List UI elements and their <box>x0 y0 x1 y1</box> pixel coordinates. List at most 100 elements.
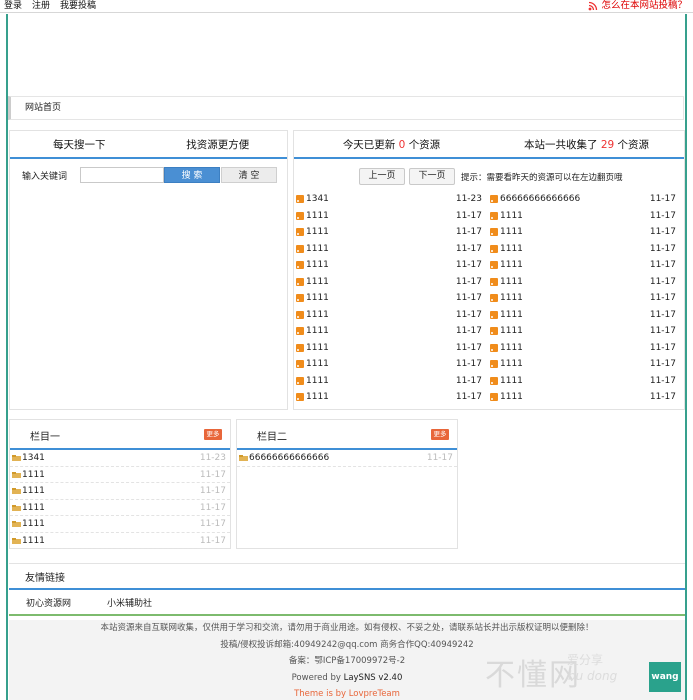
resource-name[interactable]: 1111 <box>500 274 523 291</box>
column-list-item[interactable]: 1111 11-17 <box>10 467 230 484</box>
resource-item[interactable]: 1111 11-17 <box>296 389 484 406</box>
resource-name[interactable]: 1111 <box>306 307 329 324</box>
nav-home[interactable]: 网站首页 <box>25 97 61 119</box>
prev-page-button[interactable]: 上一页 <box>359 168 405 185</box>
column-item-name[interactable]: 1111 <box>22 483 45 500</box>
footer-icp-link[interactable]: 鄂ICP备17009972号-2 <box>314 656 405 666</box>
resource-name[interactable]: 1341 <box>306 191 329 208</box>
resource-date: 11-17 <box>455 326 482 336</box>
search-input[interactable] <box>80 167 164 183</box>
resource-item[interactable]: 1111 11-17 <box>296 356 484 373</box>
column-item-name[interactable]: 1111 <box>22 516 45 533</box>
resource-item[interactable]: 1111 11-17 <box>296 307 484 324</box>
resource-item[interactable]: 1111 11-17 <box>490 274 678 291</box>
column-item-name[interactable]: 1111 <box>22 533 45 550</box>
how-to-contribute-link[interactable]: 怎么在本网站投稿？ <box>588 0 687 12</box>
resource-name[interactable]: 1111 <box>500 290 523 307</box>
next-page-button[interactable]: 下一页 <box>409 168 455 185</box>
resource-name[interactable]: 1111 <box>500 340 523 357</box>
resource-date: 11-17 <box>455 359 482 369</box>
rss-icon <box>296 327 304 335</box>
resource-item[interactable]: 1341 11-23 <box>296 191 484 208</box>
resource-name[interactable]: 1111 <box>500 208 523 225</box>
resource-item[interactable]: 1111 11-17 <box>296 257 484 274</box>
resource-date: 11-17 <box>649 293 676 303</box>
resource-name[interactable]: 1111 <box>306 373 329 390</box>
column-item-name[interactable]: 66666666666666 <box>249 450 329 467</box>
column-item-name[interactable]: 1341 <box>22 450 45 467</box>
resource-item[interactable]: 1111 11-17 <box>490 389 678 406</box>
column-list-item[interactable]: 1111 11-17 <box>10 483 230 500</box>
resource-name[interactable]: 1111 <box>500 224 523 241</box>
resource-item[interactable]: 1111 11-17 <box>490 373 678 390</box>
watermark-tagline: 爱分享 <box>567 653 604 667</box>
resource-item[interactable]: 1111 11-17 <box>490 340 678 357</box>
column-list-item[interactable]: 1111 11-17 <box>10 500 230 517</box>
register-link[interactable]: 注册 <box>32 0 50 12</box>
resource-date: 11-17 <box>455 392 482 402</box>
resource-name[interactable]: 1111 <box>306 274 329 291</box>
resource-name[interactable]: 1111 <box>500 241 523 258</box>
resource-name[interactable]: 1111 <box>500 356 523 373</box>
resource-item[interactable]: 1111 11-17 <box>490 323 678 340</box>
rss-icon <box>490 261 498 269</box>
resource-name[interactable]: 1111 <box>500 257 523 274</box>
resource-item[interactable]: 66666666666666 11-17 <box>490 191 678 208</box>
resource-name[interactable]: 1111 <box>306 340 329 357</box>
resource-item[interactable]: 1111 11-17 <box>490 290 678 307</box>
column-item-name[interactable]: 1111 <box>22 500 45 517</box>
resource-name[interactable]: 1111 <box>306 224 329 241</box>
resource-name[interactable]: 1111 <box>306 323 329 340</box>
resource-date: 11-17 <box>455 210 482 221</box>
resource-name[interactable]: 1111 <box>500 307 523 324</box>
resource-name[interactable]: 1111 <box>306 257 329 274</box>
resource-item[interactable]: 1111 11-17 <box>490 356 678 373</box>
column-list-item[interactable]: 1111 11-17 <box>10 516 230 533</box>
resource-name[interactable]: 1111 <box>500 389 523 406</box>
resource-date: 11-17 <box>649 359 676 369</box>
column-two-more-button[interactable]: 更多 <box>431 429 449 440</box>
footer-powered-link[interactable]: LaySNS v2.40 <box>344 673 403 683</box>
column-one-more-button[interactable]: 更多 <box>204 429 222 440</box>
resource-item[interactable]: 1111 11-17 <box>490 257 678 274</box>
column-item-date: 11-17 <box>199 502 226 513</box>
resource-name[interactable]: 1111 <box>306 290 329 307</box>
friend-link-2[interactable]: 小米辅助社 <box>107 596 152 609</box>
clear-button[interactable]: 清 空 <box>221 167 277 183</box>
resource-item[interactable]: 1111 11-17 <box>490 224 678 241</box>
column-list-item[interactable]: 1341 11-23 <box>10 450 230 467</box>
resource-item[interactable]: 1111 11-17 <box>296 241 484 258</box>
resource-name[interactable]: 66666666666666 <box>500 191 580 208</box>
login-link[interactable]: 登录 <box>4 0 22 12</box>
resource-item[interactable]: 1111 11-17 <box>296 290 484 307</box>
resource-item[interactable]: 1111 11-17 <box>296 340 484 357</box>
resource-name[interactable]: 1111 <box>500 323 523 340</box>
resource-item[interactable]: 1111 11-17 <box>490 208 678 225</box>
folder-icon <box>12 488 21 494</box>
resource-item[interactable]: 1111 11-17 <box>296 208 484 225</box>
resource-name[interactable]: 1111 <box>500 373 523 390</box>
column-item-name[interactable]: 1111 <box>22 467 45 484</box>
column-two-header: 栏目二 更多 <box>237 420 457 450</box>
resource-list-right: 66666666666666 11-17 1111 11-17 1111 11-17 111… <box>490 191 678 406</box>
resource-item[interactable]: 1111 11-17 <box>296 274 484 291</box>
resource-date: 11-17 <box>455 293 482 303</box>
resource-name[interactable]: 1111 <box>306 389 329 406</box>
column-list-item[interactable]: 1111 11-17 <box>10 533 230 550</box>
search-slogan-left: 每天搜一下 <box>53 138 106 151</box>
column-list-item[interactable]: 66666666666666 11-17 <box>237 450 457 467</box>
search-button[interactable]: 搜 索 <box>164 167 220 183</box>
resource-name[interactable]: 1111 <box>306 241 329 258</box>
resource-item[interactable]: 1111 11-17 <box>296 373 484 390</box>
search-panel-header: 每天搜一下 找资源更方便 <box>10 131 287 159</box>
resource-item[interactable]: 1111 11-17 <box>296 323 484 340</box>
resource-item[interactable]: 1111 11-17 <box>490 307 678 324</box>
watermark-pinyin: bu dong <box>568 669 618 683</box>
contribute-link[interactable]: 我要投稿 <box>60 0 96 12</box>
resource-name[interactable]: 1111 <box>306 208 329 225</box>
resource-item[interactable]: 1111 11-17 <box>296 224 484 241</box>
friend-link-1[interactable]: 初心资源网 <box>26 596 71 609</box>
resource-name[interactable]: 1111 <box>306 356 329 373</box>
resource-item[interactable]: 1111 11-17 <box>490 241 678 258</box>
top-bar: 登录 注册 我要投稿 怎么在本网站投稿？ <box>0 0 693 13</box>
